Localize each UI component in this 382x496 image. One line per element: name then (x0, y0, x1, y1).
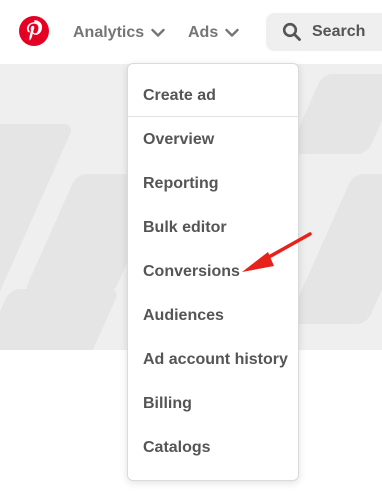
menu-divider (128, 116, 298, 117)
search-icon (282, 22, 301, 41)
menu-item-billing[interactable]: Billing (143, 392, 192, 416)
menu-item-reporting[interactable]: Reporting (143, 172, 219, 196)
menu-item-overview[interactable]: Overview (143, 128, 214, 152)
menu-item-audiences[interactable]: Audiences (143, 304, 224, 328)
menu-item-bulk-editor[interactable]: Bulk editor (143, 216, 227, 240)
nav-ads[interactable]: Ads (188, 22, 239, 44)
chevron-down-icon (151, 28, 165, 37)
nav-analytics[interactable]: Analytics (73, 22, 165, 44)
nav-analytics-label: Analytics (73, 24, 145, 41)
top-nav-bar: Analytics Ads (0, 0, 382, 64)
menu-item-ad-account-history[interactable]: Ad account history (143, 348, 288, 372)
pinterest-logo-icon[interactable] (19, 16, 49, 46)
chevron-down-icon (225, 28, 239, 37)
search-input[interactable] (312, 23, 382, 41)
nav-ads-label: Ads (188, 24, 219, 41)
red-arrow-icon (242, 232, 312, 272)
menu-item-conversions[interactable]: Conversions (143, 260, 240, 284)
search-box[interactable] (266, 13, 382, 51)
menu-item-catalogs[interactable]: Catalogs (143, 436, 211, 460)
menu-item-create-ad[interactable]: Create ad (143, 84, 216, 108)
